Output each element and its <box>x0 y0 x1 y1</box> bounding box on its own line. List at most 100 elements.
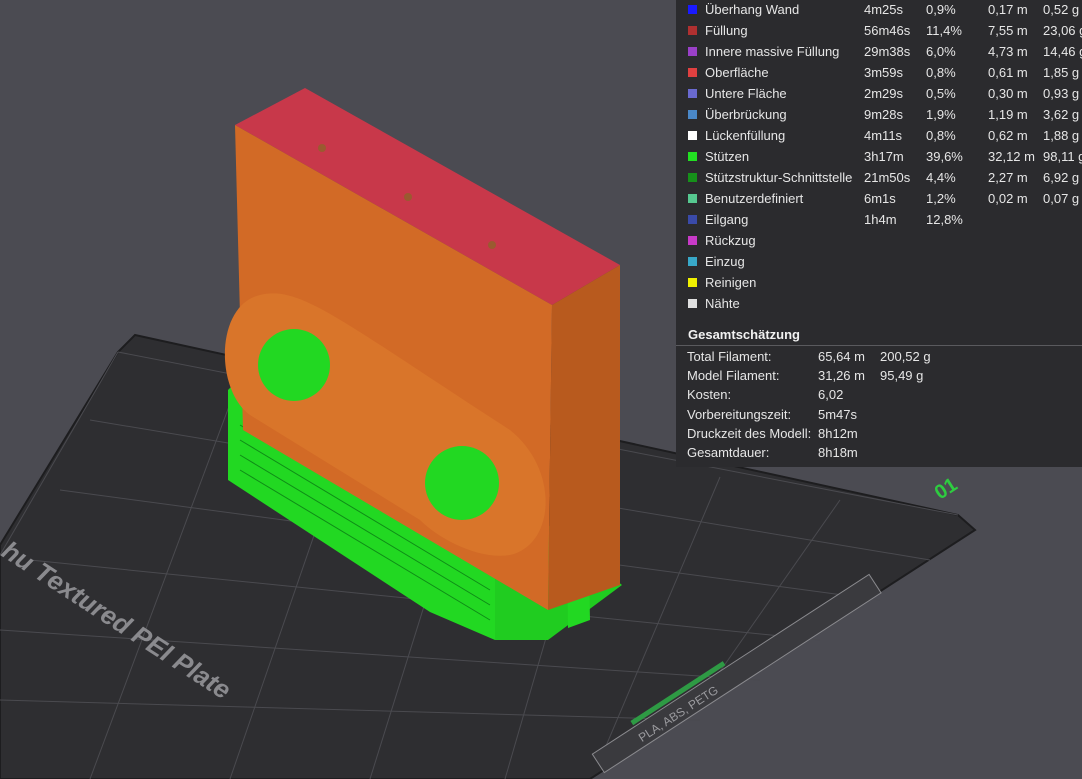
legend-weight: 23,06 g <box>1043 23 1082 38</box>
legend-percent: 4,4% <box>926 170 956 185</box>
summary-value: 8h12m <box>818 425 858 441</box>
legend-swatch <box>688 68 697 77</box>
summary-value: 8h18m <box>818 445 858 460</box>
legend-feature-name: Untere Fläche <box>705 86 787 101</box>
legend-time: 9m28s <box>864 107 904 122</box>
legend-swatch <box>688 236 697 245</box>
legend-row: Überbrückung 9m28s 1,9% 1,19 m 3,62 g <box>676 105 1082 126</box>
legend-time: 3h17m <box>864 149 904 164</box>
legend-weight: 1,85 g <box>1043 65 1080 80</box>
legend-feature-name: Rückzug <box>705 233 756 248</box>
legend-weight: 0,07 g <box>1043 191 1080 206</box>
legend-row: Einzug <box>676 252 1082 273</box>
legend-row: Stützstruktur-Schnittstelle 21m50s 4,4% 2,2… <box>676 168 1082 189</box>
legend-time: 29m38s <box>864 44 911 59</box>
legend-swatch <box>688 5 697 14</box>
legend-swatch <box>688 131 697 140</box>
legend-feature-name: Stützstruktur-Schnittstelle <box>705 170 853 185</box>
legend-time: 2m29s <box>864 86 904 101</box>
summary-label: Gesamtdauer: <box>687 445 770 460</box>
legend-row: Benutzerdefiniert 6m1s 1,2% 0,02 m 0,07 g <box>676 189 1082 210</box>
legend-feature-name: Reinigen <box>705 275 757 290</box>
legend-swatch <box>688 215 697 224</box>
legend-percent: 0,8% <box>926 65 956 80</box>
summary-label: Model Filament: <box>687 368 780 384</box>
legend-percent: 11,4% <box>926 23 962 38</box>
summary-value: 5m47s <box>818 406 858 422</box>
legend-swatch <box>688 47 697 56</box>
legend-weight: 1,88 g <box>1043 128 1080 143</box>
legend-swatch <box>688 278 697 287</box>
summary-row: Gesamtdauer: 8h18m <box>676 445 1082 464</box>
front-plate-hole-top <box>258 329 330 401</box>
summary-value: 6,02 <box>818 387 844 403</box>
summary-value-secondary: 95,49 g <box>880 368 924 384</box>
legend-panel: Überhang Wand 4m25s 0,9% 0,17 m 0,52 g Füllun… <box>676 0 1082 467</box>
legend-length: 0,02 m <box>988 191 1028 206</box>
summary-label: Vorbereitungszeit: <box>687 406 792 422</box>
front-plate-hole-bottom <box>425 446 499 520</box>
legend-feature-name: Innere massive Füllung <box>705 44 840 59</box>
legend-length: 2,27 m <box>988 170 1028 185</box>
summary-label: Total Filament: <box>687 349 772 364</box>
summary-value: 65,64 m <box>818 349 865 364</box>
legend-weight: 3,62 g <box>1043 107 1080 122</box>
legend-feature-name: Nähte <box>705 296 740 311</box>
legend-length: 0,17 m <box>988 2 1028 17</box>
legend-feature-name: Einzug <box>705 254 745 269</box>
legend-time: 56m46s <box>864 23 911 38</box>
legend-percent: 0,9% <box>926 2 956 17</box>
legend-row: Stützen 3h17m 39,6% 32,12 m 98,11 g <box>676 147 1082 168</box>
legend-length: 0,62 m <box>988 128 1028 143</box>
legend-swatch <box>688 152 697 161</box>
legend-length: 7,55 m <box>988 23 1028 38</box>
legend-percent: 1,9% <box>926 107 956 122</box>
legend-swatch <box>688 173 697 182</box>
legend-length: 4,73 m <box>988 44 1028 59</box>
summary-value-secondary: 200,52 g <box>880 349 931 364</box>
legend-percent: 6,0% <box>926 44 956 59</box>
legend-length: 32,12 m <box>988 149 1035 164</box>
legend-weight: 14,46 g <box>1043 44 1082 59</box>
legend-feature-name: Füllung <box>705 23 748 38</box>
legend-row: Reinigen <box>676 273 1082 294</box>
legend-length: 0,61 m <box>988 65 1028 80</box>
legend-feature-name: Oberfläche <box>705 65 769 80</box>
legend-swatch <box>688 89 697 98</box>
legend-row: Oberfläche 3m59s 0,8% 0,61 m 1,85 g <box>676 63 1082 84</box>
legend-time: 4m25s <box>864 2 904 17</box>
summary-label: Druckzeit des Modell: <box>687 425 812 441</box>
legend-row: Innere massive Füllung 29m38s 6,0% 4,73 m 14… <box>676 42 1082 63</box>
legend-swatch <box>688 257 697 266</box>
summary-row: Total Filament: 65,64 m 200,52 g <box>676 349 1082 368</box>
legend-swatch <box>688 110 697 119</box>
legend-time: 6m1s <box>864 191 896 206</box>
summary-row: Druckzeit des Modell: 8h12m <box>676 426 1082 445</box>
legend-percent: 0,5% <box>926 86 956 101</box>
legend-weight: 6,92 g <box>1043 170 1080 185</box>
legend-length: 0,30 m <box>988 86 1028 101</box>
legend-length: 1,19 m <box>988 107 1028 122</box>
summary-row: Vorbereitungszeit: 5m47s <box>676 407 1082 426</box>
legend-row: Untere Fläche 2m29s 0,5% 0,30 m 0,93 g <box>676 84 1082 105</box>
legend-weight: 0,52 g <box>1043 2 1080 17</box>
legend-row: Rückzug <box>676 231 1082 252</box>
legend-row: Eilgang 1h4m 12,8% <box>676 210 1082 231</box>
legend-row: Überhang Wand 4m25s 0,9% 0,17 m 0,52 g <box>676 0 1082 21</box>
legend-feature-name: Benutzerdefiniert <box>705 191 804 206</box>
legend-row: Nähte <box>676 294 1082 315</box>
legend-feature-name: Eilgang <box>705 212 749 227</box>
summary-label: Kosten: <box>687 387 732 403</box>
legend-swatch <box>688 299 697 308</box>
legend-feature-name: Überbrückung <box>705 107 787 122</box>
summary-value: 31,26 m <box>818 368 865 384</box>
legend-percent: 0,8% <box>926 128 956 143</box>
legend-feature-name: Überhang Wand <box>705 2 800 17</box>
summary-row: Kosten: 6,02 <box>676 387 1082 406</box>
legend-swatch <box>688 26 697 35</box>
plate-number-text: 01 <box>931 474 962 505</box>
legend-weight: 0,93 g <box>1043 86 1080 101</box>
legend-time: 3m59s <box>864 65 904 80</box>
legend-time: 4m11s <box>864 128 903 143</box>
legend-weight: 98,11 g <box>1043 149 1082 164</box>
